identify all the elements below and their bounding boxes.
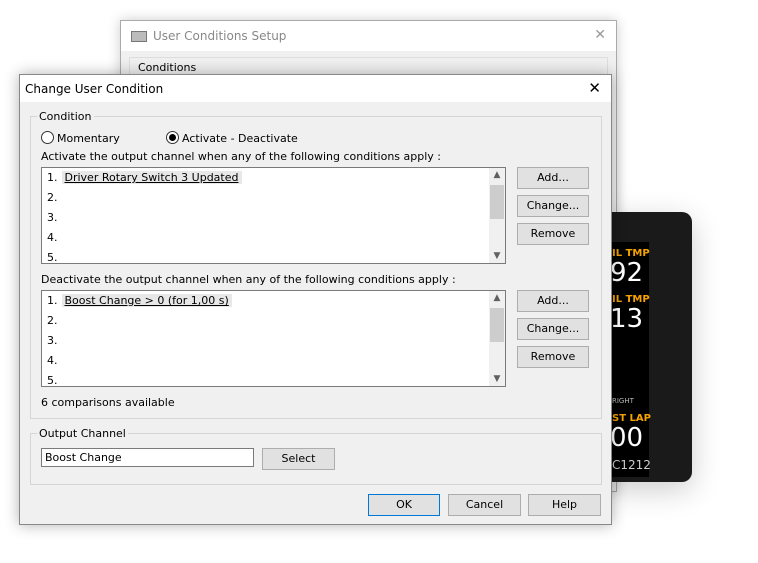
cancel-button[interactable]: Cancel <box>448 494 521 516</box>
radio-label: Activate - Deactivate <box>182 132 298 145</box>
list-item[interactable]: 1. Driver Rotary Switch 3 Updated <box>42 168 505 188</box>
deactivate-conditions-list[interactable]: 1. Boost Change > 0 (for 1,00 s) 2. 3. 4.… <box>41 290 506 387</box>
scroll-up-icon[interactable]: ▲ <box>489 170 505 180</box>
list-item[interactable]: 4. <box>42 351 505 371</box>
background-window-title: User Conditions Setup <box>153 29 287 43</box>
list-item[interactable]: 3. <box>42 208 505 228</box>
radio-momentary[interactable]: Momentary <box>41 131 120 145</box>
conditions-group-label: Conditions <box>138 61 197 74</box>
deactivate-label: Deactivate the output channel when any o… <box>41 273 456 286</box>
comparisons-count: 6 comparisons available <box>41 396 175 409</box>
change-user-condition-dialog: Change User Condition ✕ Condition Moment… <box>19 74 612 525</box>
scroll-thumb[interactable] <box>490 308 504 342</box>
scrollbar[interactable]: ▲ ▼ <box>489 168 505 263</box>
list-item[interactable]: 3. <box>42 331 505 351</box>
radio-selected-icon[interactable] <box>166 131 179 144</box>
device-label: RIGHT <box>612 397 634 405</box>
scrollbar[interactable]: ▲ ▼ <box>489 291 505 386</box>
output-channel-label: Output Channel <box>39 427 126 440</box>
output-channel-input[interactable] <box>41 448 254 467</box>
add-deactivate-button[interactable]: Add... <box>517 290 589 312</box>
condition-group-label: Condition <box>39 110 92 123</box>
radio-activate-deactivate[interactable]: Activate - Deactivate <box>166 131 298 145</box>
list-item[interactable]: 2. <box>42 188 505 208</box>
change-activate-button[interactable]: Change... <box>517 195 589 217</box>
close-icon[interactable]: ✕ <box>588 79 601 97</box>
radio-label: Momentary <box>57 132 120 145</box>
list-item[interactable]: 4. <box>42 228 505 248</box>
device-value: 92 <box>610 258 644 288</box>
device-value: 00 <box>610 423 644 453</box>
list-item[interactable]: 5. <box>42 248 505 263</box>
list-item[interactable]: 5. <box>42 371 505 386</box>
scroll-thumb[interactable] <box>490 185 504 219</box>
scroll-down-icon[interactable]: ▼ <box>489 374 505 384</box>
add-activate-button[interactable]: Add... <box>517 167 589 189</box>
activate-conditions-list[interactable]: 1. Driver Rotary Switch 3 Updated 2. 3. 4… <box>41 167 506 264</box>
device-brand: C1212 <box>612 458 651 472</box>
remove-deactivate-button[interactable]: Remove <box>517 346 589 368</box>
select-button[interactable]: Select <box>262 448 335 470</box>
list-item[interactable]: 1. Boost Change > 0 (for 1,00 s) <box>42 291 505 311</box>
list-item[interactable]: 2. <box>42 311 505 331</box>
remove-activate-button[interactable]: Remove <box>517 223 589 245</box>
close-icon[interactable]: ✕ <box>594 27 606 43</box>
ok-button[interactable]: OK <box>368 494 440 516</box>
device-value: 13 <box>610 304 644 334</box>
activate-label: Activate the output channel when any of … <box>41 150 442 163</box>
scroll-up-icon[interactable]: ▲ <box>489 293 505 303</box>
scroll-down-icon[interactable]: ▼ <box>489 251 505 261</box>
change-deactivate-button[interactable]: Change... <box>517 318 589 340</box>
dialog-title: Change User Condition <box>25 81 164 96</box>
window-icon <box>131 30 147 42</box>
help-button[interactable]: Help <box>528 494 601 516</box>
radio-icon[interactable] <box>41 131 54 144</box>
